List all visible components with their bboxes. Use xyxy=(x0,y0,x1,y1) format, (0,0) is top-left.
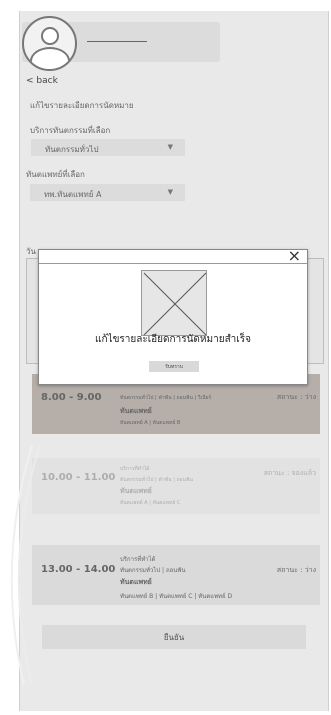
slot-services-label: บริการที่ทำได้ xyxy=(120,466,150,472)
slot-services-label: บริการที่ทำได้ xyxy=(120,556,156,563)
image-placeholder-cross xyxy=(143,272,207,336)
slot-dentist-label: ทันตแพทย์ xyxy=(120,487,152,495)
dentist-select-value: ทพ.ทันตแพทย์ A xyxy=(44,190,102,199)
slot-services: ทันตกรรมทั่วไป | ฟ่าฟัน | ถอนฟัน xyxy=(120,477,193,483)
slot-status: สถานะ : ว่าง xyxy=(276,393,316,401)
activity-select[interactable]: ทันตกรรมทั่วไป ▼ xyxy=(31,139,185,156)
slot-dentist-label: ทันตแพทย์ xyxy=(120,578,152,586)
slot-time: 8.00 - 9.00 xyxy=(41,392,102,403)
dentist-select[interactable]: ทพ.ทันตแพทย์ A ▼ xyxy=(30,184,185,201)
slot-services: ทันตกรรมทั่วไป | ฟ่าฟัน | ถอนฟัน | วีเนี… xyxy=(120,395,212,401)
slot-services: ทันตกรรมทั่วไป | ถอนฟัน xyxy=(120,567,186,574)
profile-name-placeholder xyxy=(87,41,147,42)
activity-select-value: ทันตกรรมทั่วไป xyxy=(45,145,99,154)
watermark-arc xyxy=(10,444,41,686)
activity-label: บริการทันตกรรมที่เลือก xyxy=(30,126,111,135)
image-placeholder-icon xyxy=(141,270,207,336)
avatar-body-icon xyxy=(30,47,70,69)
confirm-button[interactable]: ยืนยัน xyxy=(42,625,306,649)
slot-time: 10.00 - 11.00 xyxy=(41,472,116,483)
slot-dentists: ทันตแพทย์ A | ทันตแพทย์ B xyxy=(120,420,181,426)
slot-status: สถานะ : ว่าง xyxy=(276,566,316,574)
time-slot-card[interactable]: บริการที่ทำได้ 13.00 - 14.00 ทันตกรรมทั่… xyxy=(32,545,320,605)
slot-status: สถานะ : จองแล้ว xyxy=(263,469,316,477)
success-modal: × แก้ไขรายละเอียดการนัดหมายสำเร็จ รับทรา… xyxy=(38,246,308,385)
slot-dentists: ทันตแพทย์ B | ทันตแพทย์ C | ทันตแพทย์ D xyxy=(120,593,233,600)
avatar[interactable] xyxy=(22,16,77,71)
slot-dentist-label: ทันตแพทย์ xyxy=(120,407,152,415)
date-label: วัน xyxy=(26,247,36,256)
avatar-head-icon xyxy=(41,27,59,45)
chevron-down-icon: ▼ xyxy=(167,143,173,151)
time-slot-card: บริการที่ทำได้ 10.00 - 11.00 ทันตกรรมทั่… xyxy=(32,458,320,514)
close-icon[interactable]: × xyxy=(288,246,301,265)
slot-time: 13.00 - 14.00 xyxy=(41,564,116,575)
slot-dentists: ทันตแพทย์ A | ทันตแพทย์ C xyxy=(120,500,181,506)
modal-titlebar xyxy=(39,250,307,264)
back-link[interactable]: < back xyxy=(26,76,58,86)
acknowledge-button[interactable]: รับทราบ xyxy=(149,361,199,372)
modal-message: แก้ไขรายละเอียดการนัดหมายสำเร็จ xyxy=(95,334,251,345)
chevron-down-icon: ▼ xyxy=(167,188,173,196)
page-title: แก้ไขรายละเอียดการนัดหมาย xyxy=(30,101,134,110)
dentist-label: ทันตแพทย์ที่เลือก xyxy=(26,170,85,179)
